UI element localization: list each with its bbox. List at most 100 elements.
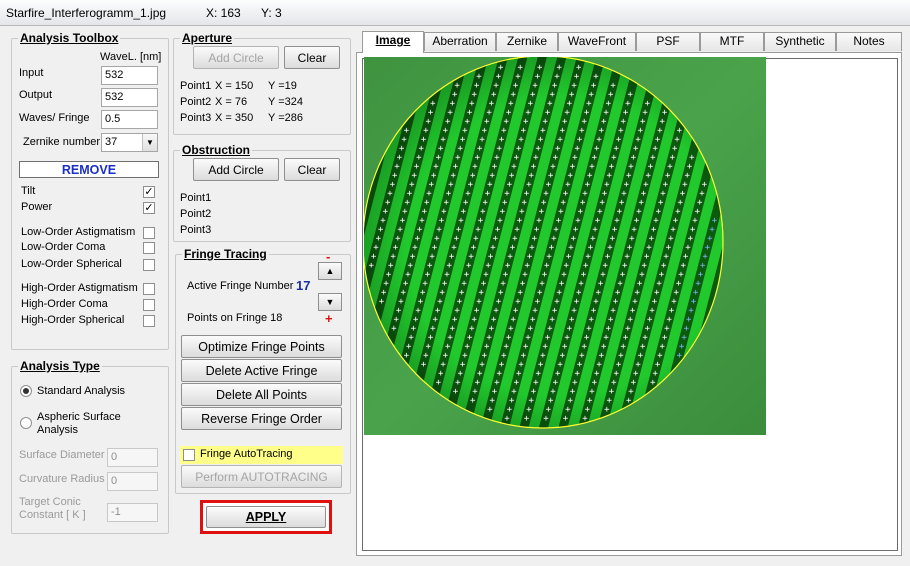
term-label: Low-Order Astigmatism xyxy=(21,226,136,238)
aperture-point-name: Point1 xyxy=(180,80,212,92)
cursor-x-readout: X: 163 xyxy=(206,6,241,20)
waves-per-fringe-label: Waves/ Fringe xyxy=(19,112,90,124)
term-checkbox[interactable] xyxy=(143,315,155,327)
aperture-point-x: X = 350 xyxy=(215,112,254,124)
title-bar: Starfire_Interferogramm_1.jpg X: 163 Y: … xyxy=(0,0,910,26)
tab-aberration[interactable]: Aberration xyxy=(424,32,496,51)
obstruction-clear-button[interactable]: Clear xyxy=(284,158,340,181)
aperture-title: Aperture xyxy=(180,31,235,45)
term-label: Low-Order Coma xyxy=(21,241,106,253)
aspheric-analysis-label-2: Analysis xyxy=(37,424,78,436)
output-label: Output xyxy=(19,89,53,101)
trace-point[interactable]: + xyxy=(650,378,656,388)
term-label: High-Order Spherical xyxy=(21,314,125,326)
obstruction-point-name: Point2 xyxy=(180,208,212,220)
triangle-down-icon: ▼ xyxy=(325,297,335,307)
zernike-number-select[interactable]: 37 ▼ xyxy=(101,133,158,152)
analysis-toolbox-title: Analysis Toolbox xyxy=(18,31,121,45)
trace-point[interactable]: + xyxy=(543,414,549,424)
aperture-point-x: X = 150 xyxy=(215,80,254,92)
trace-point[interactable]: + xyxy=(379,297,385,307)
aspheric-analysis-radio[interactable] xyxy=(20,417,32,429)
aperture-point-name: Point2 xyxy=(180,96,212,108)
interferogram-image[interactable]: ++++++++++++++++++++++++++++++++++++++++… xyxy=(364,57,766,435)
waves-per-fringe-field[interactable]: 0.5 xyxy=(101,110,158,129)
delete-all-points-button[interactable]: Delete All Points xyxy=(181,383,342,406)
trace-point[interactable]: + xyxy=(504,414,510,424)
fringe-autotracing-checkbox[interactable] xyxy=(183,449,195,461)
output-wavelength-field[interactable]: 532 xyxy=(101,88,158,107)
fringe-autotracing-row[interactable]: Fringe AutoTracing xyxy=(180,446,343,464)
surface-diameter-field[interactable]: 0 xyxy=(107,448,158,467)
trace-point[interactable]: + xyxy=(369,261,375,271)
trace-point[interactable]: + xyxy=(453,387,459,397)
checkmark-icon: ✓ xyxy=(144,186,154,198)
optimize-fringe-points-button[interactable]: Optimize Fringe Points xyxy=(181,335,342,358)
target-conic-field[interactable]: -1 xyxy=(107,503,158,522)
term-checkbox[interactable]: ✓ xyxy=(143,202,155,214)
trace-point[interactable]: + xyxy=(604,405,610,415)
aperture-point-y: Y =19 xyxy=(268,80,297,92)
points-on-fringe-label: Points on Fringe 18 xyxy=(187,312,283,324)
aperture-point-x: X = 76 xyxy=(215,96,248,108)
trace-point[interactable]: + xyxy=(470,396,476,406)
term-label: Power xyxy=(21,201,53,213)
trace-point[interactable]: + xyxy=(677,351,683,361)
tab-notes[interactable]: Notes xyxy=(836,32,902,51)
zernike-number-label: Zernike number xyxy=(23,136,101,148)
target-conic-label-2: Constant [ K ] xyxy=(19,509,86,521)
fringe-up-button[interactable]: ▲ xyxy=(318,262,342,280)
chevron-down-icon[interactable]: ▼ xyxy=(142,134,157,151)
trace-point[interactable]: + xyxy=(436,378,442,388)
trace-point[interactable]: + xyxy=(563,414,569,424)
curvature-radius-field[interactable]: 0 xyxy=(107,472,158,491)
trace-point[interactable]: + xyxy=(524,414,530,424)
fringe-tracing-title: Fringe Tracing xyxy=(182,247,269,261)
tab-psf[interactable]: PSF xyxy=(636,32,700,51)
standard-analysis-label: Standard Analysis xyxy=(37,385,126,397)
checkmark-icon: ✓ xyxy=(144,202,154,214)
apply-button[interactable]: APPLY xyxy=(206,506,326,528)
tab-zernike[interactable]: Zernike xyxy=(496,32,558,51)
active-fringe-label: Active Fringe Number xyxy=(187,280,294,292)
target-conic-label-1: Target Conic xyxy=(19,496,81,508)
analysis-type-title: Analysis Type xyxy=(18,359,102,373)
tab-wavefront[interactable]: WaveFront xyxy=(558,32,636,51)
term-checkbox[interactable] xyxy=(143,227,155,239)
aperture-point-y: Y =324 xyxy=(268,96,303,108)
aperture-point-name: Point3 xyxy=(180,112,212,124)
wavelength-header: WaveL. [nm] xyxy=(100,51,162,63)
fringe-autotracing-label: Fringe AutoTracing xyxy=(200,448,293,460)
term-checkbox[interactable] xyxy=(143,259,155,271)
aperture-point-y: Y =286 xyxy=(268,112,303,124)
trace-point[interactable]: + xyxy=(487,405,493,415)
curvature-radius-label: Curvature Radius xyxy=(19,473,105,485)
delete-active-fringe-button[interactable]: Delete Active Fringe xyxy=(181,359,342,382)
obstruction-add-circle-button[interactable]: Add Circle xyxy=(193,158,279,181)
term-checkbox[interactable] xyxy=(143,283,155,295)
tab-synthetic[interactable]: Synthetic xyxy=(764,32,836,51)
reverse-fringe-order-button[interactable]: Reverse Fringe Order xyxy=(181,407,342,430)
obstruction-title: Obstruction xyxy=(180,143,252,157)
term-checkbox[interactable] xyxy=(143,242,155,254)
perform-autotracing-button[interactable]: Perform AUTOTRACING xyxy=(181,465,342,488)
standard-analysis-radio[interactable] xyxy=(20,385,32,397)
active-fringe-number: 17 xyxy=(296,278,311,293)
tab-mtf[interactable]: MTF xyxy=(700,32,764,51)
obstruction-point-name: Point1 xyxy=(180,192,212,204)
fringe-down-button[interactable]: ▼ xyxy=(318,293,342,311)
aspheric-analysis-label-1: Aspheric Surface xyxy=(37,411,121,423)
window-title: Starfire_Interferogramm_1.jpg xyxy=(6,6,167,20)
trace-point[interactable]: + xyxy=(391,324,397,334)
term-checkbox[interactable]: ✓ xyxy=(143,186,155,198)
remove-button[interactable]: REMOVE xyxy=(19,161,159,178)
term-checkbox[interactable] xyxy=(143,299,155,311)
term-label: Low-Order Spherical xyxy=(21,258,122,270)
trace-point[interactable]: + xyxy=(421,360,427,370)
input-wavelength-field[interactable]: 532 xyxy=(101,66,158,85)
aperture-add-circle-button[interactable]: Add Circle xyxy=(193,46,279,69)
trace-point[interactable]: + xyxy=(404,351,410,361)
aperture-clear-button[interactable]: Clear xyxy=(284,46,340,69)
tab-image[interactable]: Image xyxy=(362,31,424,53)
triangle-up-icon: ▲ xyxy=(325,266,335,276)
